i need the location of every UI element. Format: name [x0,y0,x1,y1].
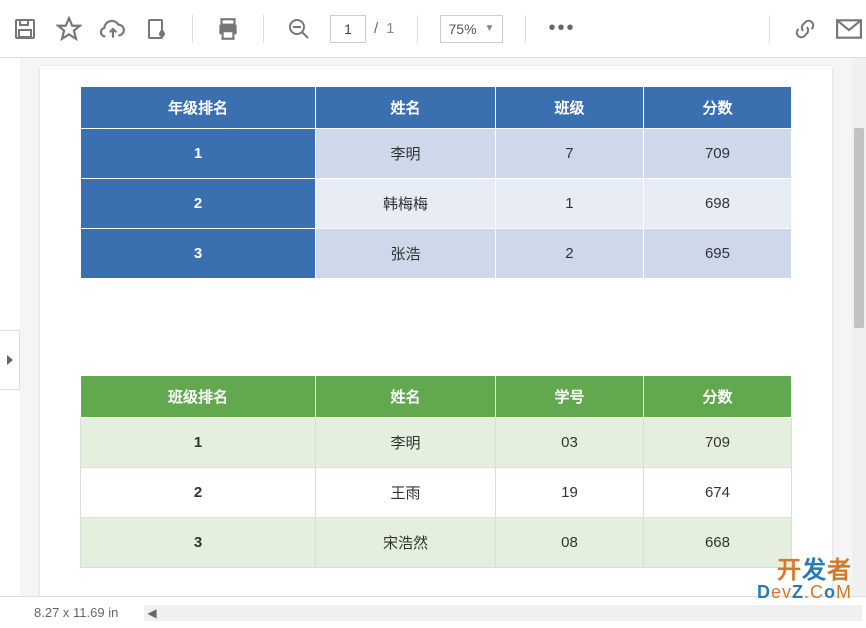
print-icon[interactable] [215,16,241,42]
link-icon[interactable] [792,16,818,42]
col-header: 姓名 [316,87,496,129]
col-header: 学号 [495,376,643,418]
cloud-upload-icon[interactable] [100,16,126,42]
pdf-page: 年级排名 姓名 班级 分数 1 李明 7 709 2 韩梅梅 1 698 [40,66,832,596]
table-row: 2 王雨 19 674 [81,468,792,518]
table-row: 1 李明 7 709 [81,129,792,179]
col-header: 分数 [643,87,791,129]
table-row: 1 李明 03 709 [81,418,792,468]
col-header: 班级排名 [81,376,316,418]
table-row: 2 韩梅梅 1 698 [81,179,792,229]
page-navigator: / 1 [330,15,395,43]
separator [769,15,770,43]
vertical-scrollbar[interactable] [852,58,866,596]
more-icon[interactable]: ••• [548,17,575,40]
separator [192,15,193,43]
separator [263,15,264,43]
page-number-input[interactable] [330,15,366,43]
table-row: 3 张浩 2 695 [81,229,792,279]
star-icon[interactable] [56,16,82,42]
zoom-dropdown[interactable]: 75% ▼ [440,15,504,43]
document-viewport: 年级排名 姓名 班级 分数 1 李明 7 709 2 韩梅梅 1 698 [20,58,852,596]
scrollbar-thumb[interactable] [854,128,864,328]
zoom-value: 75% [449,21,477,37]
lock-page-icon[interactable] [144,16,170,42]
col-header: 年级排名 [81,87,316,129]
col-header: 班级 [495,87,643,129]
page-separator: / [374,20,378,37]
table-row: 3 宋浩然 08 668 [81,518,792,568]
save-icon[interactable] [12,16,38,42]
class-rank-table: 班级排名 姓名 学号 分数 1 李明 03 709 2 王雨 19 674 [80,375,792,568]
zoom-out-icon[interactable] [286,16,312,42]
col-header: 姓名 [316,376,496,418]
separator [417,15,418,43]
page-dimensions: 8.27 x 11.69 in [4,605,144,620]
grade-rank-table: 年级排名 姓名 班级 分数 1 李明 7 709 2 韩梅梅 1 698 [80,86,792,279]
col-header: 分数 [643,376,791,418]
separator [525,15,526,43]
pdf-toolbar: / 1 75% ▼ ••• [0,0,866,58]
chevron-down-icon: ▼ [485,23,495,34]
sidebar-expand-tab[interactable] [0,330,20,390]
status-bar: 8.27 x 11.69 in ◀ [0,596,866,628]
page-total: 1 [386,20,394,37]
mail-icon[interactable] [836,16,862,42]
scroll-left-icon[interactable]: ◀ [144,606,160,620]
horizontal-scrollbar[interactable]: ◀ [144,605,862,621]
